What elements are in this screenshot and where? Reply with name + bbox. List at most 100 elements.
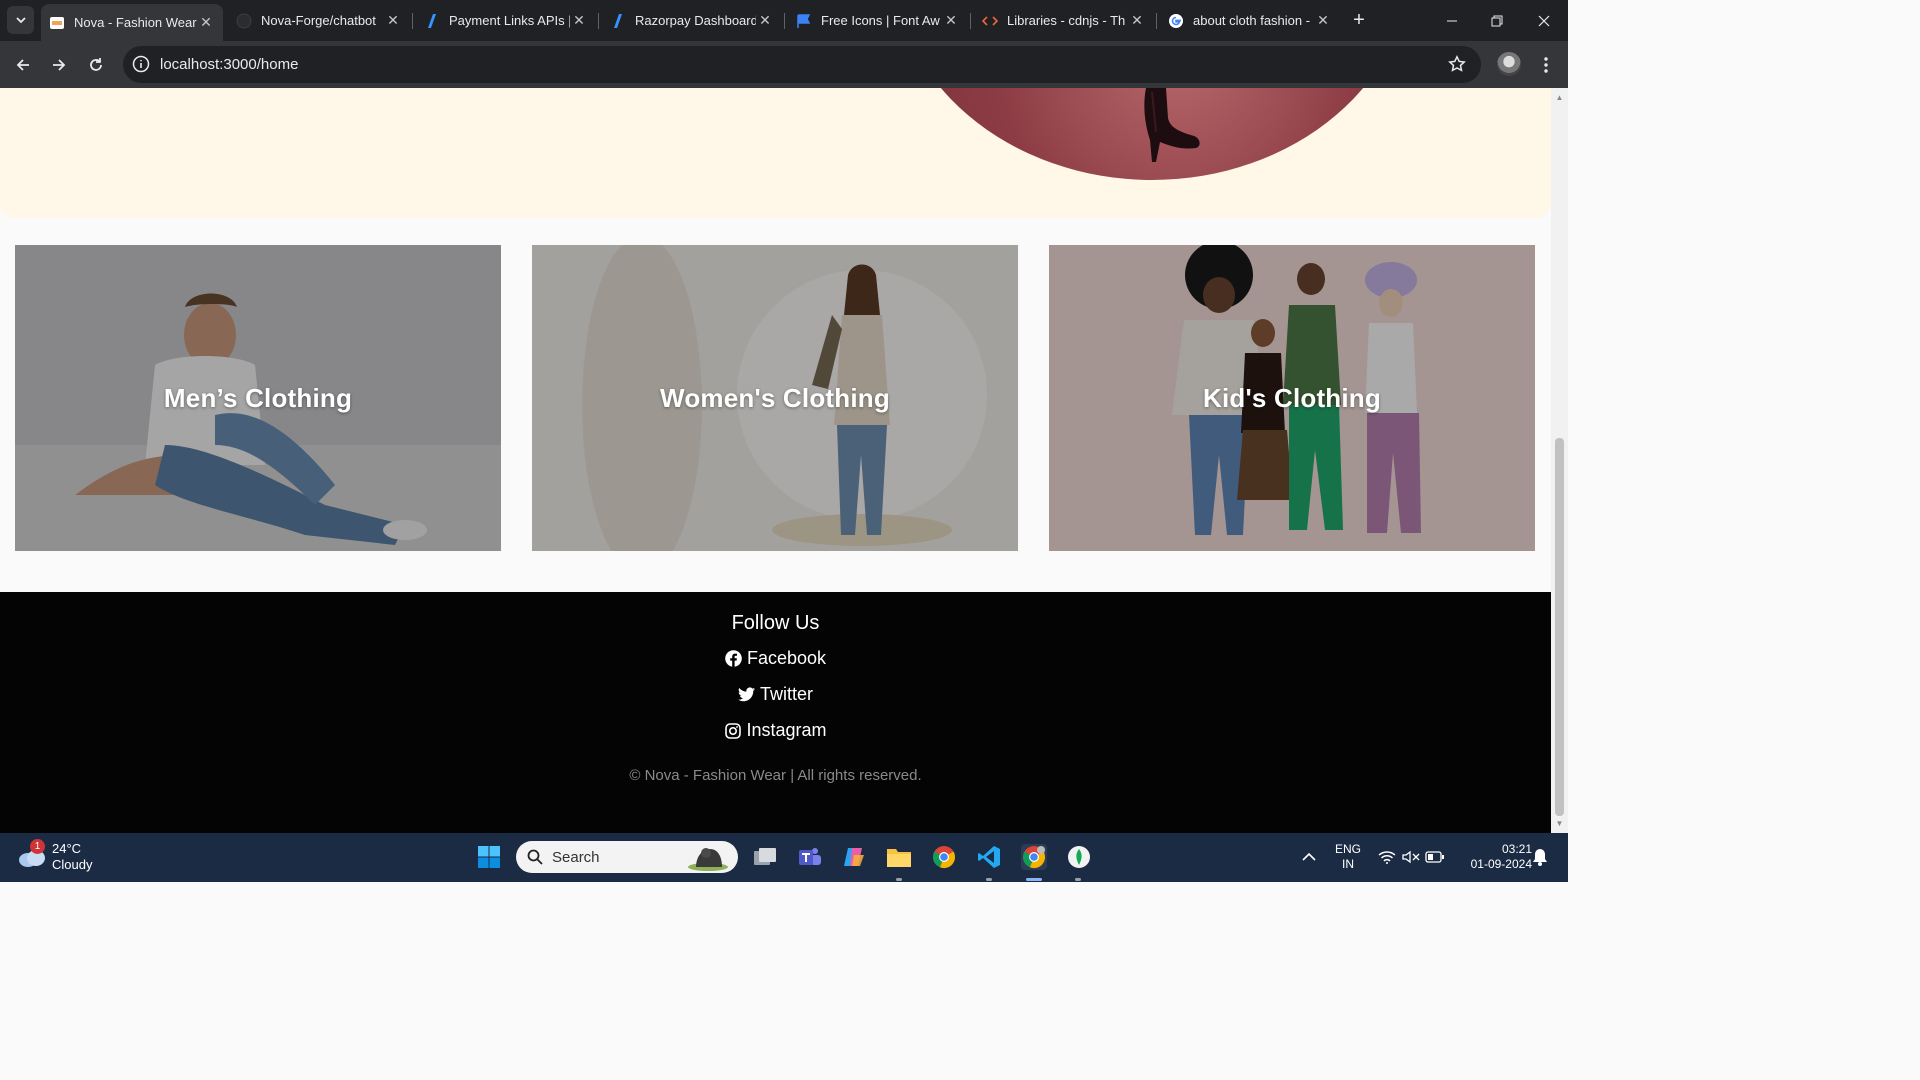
- cloud-icon: 1: [18, 839, 46, 868]
- teams-icon[interactable]: [797, 844, 823, 870]
- category-cards: Men’s Clothing Women's Clothing Kid's Cl…: [15, 245, 1536, 551]
- restore-button[interactable]: [1474, 0, 1520, 41]
- page-scrollbar[interactable]: ▲ ▼: [1551, 88, 1568, 833]
- close-window-button[interactable]: [1521, 0, 1567, 41]
- file-explorer-icon[interactable]: [886, 844, 912, 870]
- tab-title: Free Icons | Font Aw: [821, 13, 940, 28]
- hero-banner: [0, 88, 1551, 218]
- category-card-women[interactable]: Women's Clothing: [532, 245, 1018, 551]
- category-card-title[interactable]: Women's Clothing: [660, 383, 890, 414]
- vscode-icon[interactable]: [976, 844, 1002, 870]
- fontawesome-flag-icon: [796, 13, 812, 29]
- nova-favicon: [49, 15, 65, 31]
- tab-razorpay-dashboard[interactable]: Razorpay Dashboard ✕: [602, 0, 782, 41]
- chevron-up-icon[interactable]: [1296, 844, 1322, 870]
- facebook-icon: [725, 650, 742, 667]
- tab-separator: [412, 13, 413, 29]
- weather-badge: 1: [30, 839, 45, 854]
- search-placeholder: Search: [552, 848, 600, 866]
- footer-link-label[interactable]: Facebook: [747, 648, 826, 669]
- tab-cdnjs[interactable]: Libraries - cdnjs - Th ✕: [974, 0, 1154, 41]
- razorpay-icon: [424, 13, 440, 29]
- razorpay-icon: [610, 13, 626, 29]
- wifi-icon[interactable]: [1374, 844, 1400, 870]
- copilot-icon[interactable]: [841, 844, 867, 870]
- footer-link-label[interactable]: Instagram: [746, 720, 826, 741]
- task-view-icon[interactable]: [752, 844, 778, 870]
- profile-avatar[interactable]: [1497, 52, 1521, 76]
- running-indicator: [896, 878, 902, 881]
- close-icon[interactable]: ✕: [942, 12, 960, 29]
- search-highlight-gorilla-icon: [688, 848, 728, 871]
- footer-copyright: © Nova - Fashion Wear | All rights reser…: [629, 767, 922, 784]
- browser-toolbar: localhost:3000/home: [0, 41, 1568, 88]
- forward-button[interactable]: [46, 52, 72, 78]
- close-icon[interactable]: ✕: [756, 12, 774, 29]
- tab-github-chatbot[interactable]: Nova-Forge/chatbot ✕: [228, 0, 410, 41]
- footer-link-instagram[interactable]: Instagram: [0, 720, 1551, 741]
- reload-icon: [90, 58, 102, 71]
- scroll-up-arrow-icon[interactable]: ▲: [1554, 92, 1565, 103]
- tab-separator: [784, 13, 785, 29]
- footer-link-twitter[interactable]: Twitter: [0, 684, 1551, 705]
- category-card-title[interactable]: Men’s Clothing: [164, 383, 352, 414]
- tab-title: Nova - Fashion Wear: [74, 15, 197, 30]
- mongodb-compass-icon[interactable]: [1066, 844, 1092, 870]
- scroll-down-arrow-icon[interactable]: ▼: [1554, 818, 1565, 829]
- weather-condition: Cloudy: [52, 857, 93, 872]
- language-region: IN: [1342, 857, 1354, 871]
- footer-title: Follow Us: [731, 612, 820, 634]
- weather-widget[interactable]: 1 24°C Cloudy: [18, 839, 93, 873]
- close-icon[interactable]: ✕: [1128, 12, 1146, 29]
- browser-menu-button[interactable]: [1536, 52, 1556, 78]
- category-card-men[interactable]: Men’s Clothing: [15, 245, 501, 551]
- tab-title: about cloth fashion -: [1193, 13, 1311, 28]
- footer-link-facebook[interactable]: Facebook: [0, 648, 1551, 669]
- arrow-left-icon: [16, 59, 29, 71]
- tab-separator: [1156, 13, 1157, 29]
- windows-start-icon[interactable]: [476, 844, 502, 870]
- language-indicator[interactable]: ENG IN: [1330, 842, 1366, 872]
- category-card-title[interactable]: Kid's Clothing: [1203, 383, 1381, 414]
- tab-title: Nova-Forge/chatbot: [261, 13, 376, 28]
- taskbar-search-box[interactable]: Search: [516, 841, 738, 873]
- category-card-kids[interactable]: Kid's Clothing: [1049, 245, 1535, 551]
- minimize-button[interactable]: [1429, 0, 1475, 41]
- footer-link-label[interactable]: Twitter: [760, 684, 813, 705]
- chrome-icon[interactable]: [931, 844, 957, 870]
- back-button[interactable]: [10, 52, 36, 78]
- windows-taskbar: 1 24°C Cloudy Search ENG IN 03:21 01-09-…: [0, 833, 1568, 882]
- close-icon[interactable]: ✕: [1314, 12, 1332, 29]
- running-indicator: [1075, 878, 1081, 881]
- tab-search-button[interactable]: [7, 6, 34, 34]
- tab-font-awesome[interactable]: Free Icons | Font Aw ✕: [788, 0, 968, 41]
- active-app-indicator: [1026, 878, 1042, 881]
- running-indicator: [986, 878, 992, 881]
- notification-bell-icon[interactable]: [1527, 844, 1553, 870]
- chrome-profile-icon[interactable]: [1021, 844, 1047, 870]
- twitter-icon: [737, 686, 755, 703]
- tab-separator: [970, 13, 971, 29]
- close-icon[interactable]: ✕: [197, 14, 215, 31]
- bookmark-star-icon[interactable]: [1447, 54, 1467, 74]
- tab-payment-links[interactable]: Payment Links APIs | ✕: [416, 0, 596, 41]
- tab-title: Razorpay Dashboard: [635, 13, 756, 28]
- new-tab-button[interactable]: +: [1349, 9, 1369, 31]
- weather-temp: 24°C: [52, 841, 82, 856]
- tab-nova-fashion-wear[interactable]: Nova - Fashion Wear ✕: [41, 4, 223, 41]
- system-clock[interactable]: 03:21 01-09-2024: [1452, 842, 1532, 872]
- code-icon: [982, 13, 998, 29]
- address-bar[interactable]: localhost:3000/home: [123, 46, 1481, 83]
- tab-separator: [598, 13, 599, 29]
- battery-icon[interactable]: [1422, 844, 1448, 870]
- site-footer: Follow Us Facebook Twitter Instagram © N…: [0, 592, 1551, 833]
- tab-google-search[interactable]: about cloth fashion - ✕: [1160, 0, 1340, 41]
- close-icon[interactable]: ✕: [570, 12, 588, 29]
- scrollbar-thumb[interactable]: [1555, 438, 1564, 816]
- close-icon[interactable]: ✕: [384, 12, 402, 29]
- site-info-icon[interactable]: [131, 54, 151, 74]
- url-text[interactable]: localhost:3000/home: [160, 56, 298, 73]
- reload-button[interactable]: [83, 52, 109, 78]
- clock-date: 01-09-2024: [1470, 857, 1532, 871]
- speaker-muted-icon[interactable]: [1398, 844, 1424, 870]
